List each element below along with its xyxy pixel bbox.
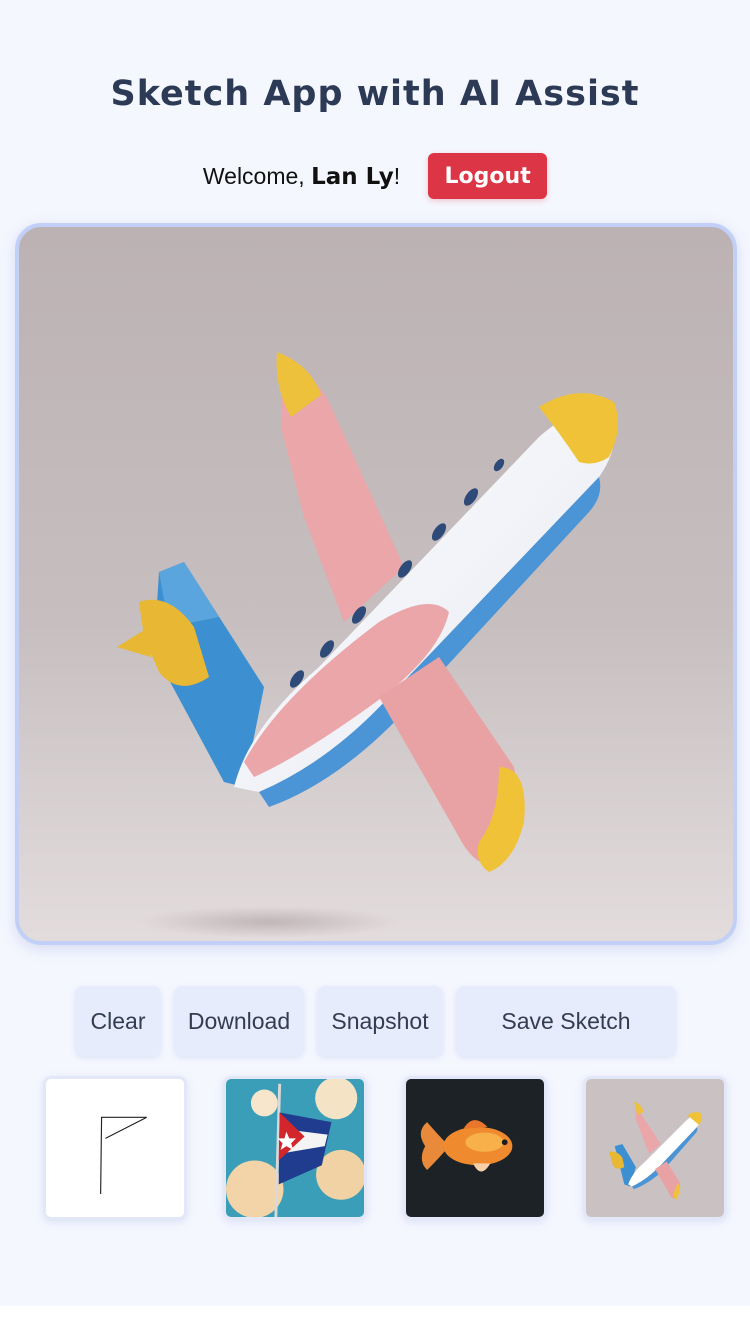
cuban-flag-image	[226, 1079, 364, 1217]
app-page: Sketch App with AI Assist Welcome, Lan L…	[0, 0, 750, 1334]
page-footer-strip	[0, 1306, 750, 1334]
welcome-message: Welcome, Lan Ly!	[203, 163, 400, 190]
toy-airplane-thumb-image	[586, 1079, 724, 1217]
welcome-suffix: !	[393, 162, 401, 189]
thumbnail-toy-airplane[interactable]	[583, 1076, 727, 1220]
sketch-canvas[interactable]	[15, 223, 737, 945]
thumbnail-flag-sketch[interactable]	[43, 1076, 187, 1220]
page-title: Sketch App with AI Assist	[110, 74, 640, 114]
save-sketch-button[interactable]: Save Sketch	[456, 986, 676, 1056]
thumbnail-goldfish[interactable]	[403, 1076, 547, 1220]
download-button[interactable]: Download	[174, 986, 304, 1056]
user-name: Lan Ly	[311, 163, 394, 190]
toolbar: Clear Download Snapshot Save Sketch	[0, 986, 750, 1056]
goldfish-image	[406, 1079, 544, 1217]
snapshot-button[interactable]: Snapshot	[317, 986, 443, 1056]
logout-button[interactable]: Logout	[428, 153, 548, 199]
clear-button[interactable]: Clear	[75, 986, 161, 1056]
thumbnail-cuban-flag[interactable]	[223, 1076, 367, 1220]
welcome-prefix: Welcome,	[202, 162, 312, 189]
sketch-gallery	[0, 1076, 750, 1220]
flag-sketch-image	[46, 1079, 184, 1217]
welcome-row: Welcome, Lan Ly! Logout	[0, 153, 750, 199]
canvas-image	[117, 352, 618, 938]
